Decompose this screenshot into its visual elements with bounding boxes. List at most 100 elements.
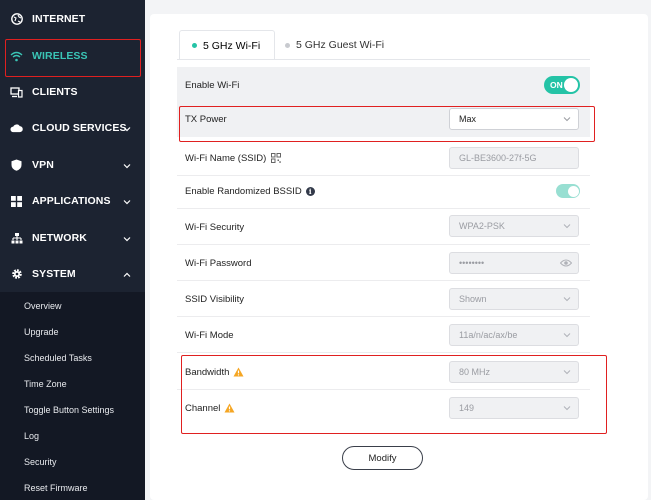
warning-icon[interactable]	[233, 367, 244, 377]
nav-network-label: NETWORK	[32, 232, 87, 244]
bandwidth-value: 80 MHz	[459, 367, 491, 377]
row-bandwidth: Bandwidth 80 MHz	[177, 354, 590, 390]
system-submenu: Overview Upgrade Scheduled Tasks Time Zo…	[0, 292, 145, 500]
network-icon	[10, 232, 23, 245]
eye-icon[interactable]	[559, 258, 573, 268]
submenu-reset-firmware[interactable]: Reset Firmware	[24, 479, 88, 497]
row-enable-wifi: Enable Wi-Fi ON	[177, 67, 590, 103]
row-randomized-bssid: Enable Randomized BSSID i	[177, 173, 590, 209]
active-dot-icon	[192, 43, 197, 48]
submenu-scheduled-tasks[interactable]: Scheduled Tasks	[24, 349, 92, 367]
toggle-knob	[567, 185, 579, 197]
chevron-down-icon	[123, 124, 131, 132]
chevron-down-icon	[123, 234, 131, 242]
chevron-down-icon	[563, 295, 571, 303]
row-ssid: Wi-Fi Name (SSID) GL-BE3600-27f-5G	[177, 140, 590, 176]
nav-wireless-label: WIRELESS	[32, 50, 88, 62]
warning-icon[interactable]	[224, 403, 235, 413]
ssid-visibility-value: Shown	[459, 294, 487, 304]
globe-icon	[10, 13, 23, 26]
channel-select[interactable]: 149	[449, 397, 579, 419]
chevron-down-icon	[563, 331, 571, 339]
wifi-mode-select[interactable]: 11a/n/ac/ax/be	[449, 324, 579, 346]
wifi-mode-label: Wi-Fi Mode	[185, 329, 234, 341]
wifi-mode-value: 11a/n/ac/ax/be	[459, 330, 518, 340]
shield-icon	[10, 159, 23, 172]
submenu-toggle-button-settings[interactable]: Toggle Button Settings	[24, 401, 114, 419]
ssid-visibility-select[interactable]: Shown	[449, 288, 579, 310]
inactive-dot-icon	[285, 42, 290, 48]
ssid-value: GL-BE3600-27f-5G	[459, 153, 537, 163]
ssid-input[interactable]: GL-BE3600-27f-5G	[449, 147, 579, 169]
chevron-down-icon	[563, 222, 571, 230]
row-wifi-security: Wi-Fi Security WPA2-PSK	[177, 209, 590, 245]
wifi-icon	[10, 50, 23, 63]
nav-system-label: SYSTEM	[32, 268, 76, 280]
enable-wifi-toggle[interactable]: ON	[544, 76, 580, 94]
sidebar: INTERNET WIRELESS CLIENTS CLOUD SERVICES…	[0, 0, 145, 500]
toggle-knob	[564, 78, 578, 92]
wifi-security-value: WPA2-PSK	[459, 221, 505, 231]
nav-internet-label: INTERNET	[32, 13, 86, 25]
submenu-log[interactable]: Log	[24, 427, 39, 445]
tx-power-value: Max	[459, 114, 477, 124]
row-divider	[177, 352, 590, 353]
nav-vpn[interactable]: VPN	[0, 147, 145, 183]
nav-vpn-label: VPN	[32, 159, 54, 171]
nav-applications-label: APPLICATIONS	[32, 195, 111, 207]
submenu-overview[interactable]: Overview	[24, 297, 62, 315]
channel-label: Channel	[185, 402, 221, 414]
tab-5ghz-wifi[interactable]: 5 GHz Wi-Fi	[179, 30, 275, 60]
grid-icon	[10, 195, 23, 208]
wifi-password-value: ••••••••	[459, 258, 485, 268]
wifi-password-label: Wi-Fi Password	[185, 257, 252, 269]
randomized-bssid-toggle[interactable]	[556, 184, 580, 198]
tx-power-select[interactable]: Max	[449, 108, 579, 130]
enable-wifi-label: Enable Wi-Fi	[185, 79, 240, 91]
toggle-on-text: ON	[550, 80, 563, 90]
nav-internet[interactable]: INTERNET	[0, 1, 145, 37]
row-wifi-password: Wi-Fi Password ••••••••	[177, 245, 590, 281]
submenu-upgrade[interactable]: Upgrade	[24, 323, 59, 341]
chevron-down-icon	[123, 161, 131, 169]
chevron-up-icon	[123, 270, 131, 278]
nav-cloud-services[interactable]: CLOUD SERVICES	[0, 110, 145, 146]
nav-clients-label: CLIENTS	[32, 86, 78, 98]
chevron-down-icon	[563, 115, 571, 123]
chevron-down-icon	[563, 368, 571, 376]
row-tx-power: TX Power Max	[177, 101, 590, 137]
nav-wireless[interactable]: WIRELESS	[0, 38, 145, 74]
randomized-bssid-label: Enable Randomized BSSID	[185, 185, 302, 197]
wifi-security-select[interactable]: WPA2-PSK	[449, 215, 579, 237]
modify-button[interactable]: Modify	[342, 446, 423, 470]
submenu-time-zone[interactable]: Time Zone	[24, 375, 67, 393]
submenu-security[interactable]: Security	[24, 453, 57, 471]
wifi-password-input[interactable]: ••••••••	[449, 252, 579, 274]
row-ssid-visibility: SSID Visibility Shown	[177, 281, 590, 317]
bandwidth-select[interactable]: 80 MHz	[449, 361, 579, 383]
cloud-icon	[10, 122, 23, 135]
ssid-label: Wi-Fi Name (SSID)	[185, 152, 267, 164]
wifi-security-label: Wi-Fi Security	[185, 221, 245, 233]
ssid-visibility-label: SSID Visibility	[185, 293, 244, 305]
tab-5ghz-guest-wifi[interactable]: 5 GHz Guest Wi-Fi	[285, 30, 397, 60]
tab-5ghz-guest-wifi-label: 5 GHz Guest Wi-Fi	[296, 39, 385, 51]
devices-icon	[10, 86, 23, 99]
info-icon[interactable]: i	[305, 186, 315, 196]
channel-value: 149	[459, 403, 475, 413]
nav-applications[interactable]: APPLICATIONS	[0, 183, 145, 219]
tab-5ghz-wifi-label: 5 GHz Wi-Fi	[203, 39, 261, 52]
nav-system[interactable]: SYSTEM	[0, 256, 145, 292]
chevron-down-icon	[123, 197, 131, 205]
row-wifi-mode: Wi-Fi Mode 11a/n/ac/ax/be	[177, 317, 590, 353]
chevron-down-icon	[563, 404, 571, 412]
nav-network[interactable]: NETWORK	[0, 220, 145, 256]
nav-cloud-services-label: CLOUD SERVICES	[32, 122, 127, 134]
row-channel: Channel 149	[177, 390, 590, 426]
gear-icon	[10, 268, 23, 281]
tab-divider	[177, 59, 590, 60]
qr-code-icon[interactable]	[271, 153, 282, 163]
nav-clients[interactable]: CLIENTS	[0, 74, 145, 110]
tx-power-label: TX Power	[185, 113, 227, 125]
bandwidth-label: Bandwidth	[185, 366, 230, 378]
